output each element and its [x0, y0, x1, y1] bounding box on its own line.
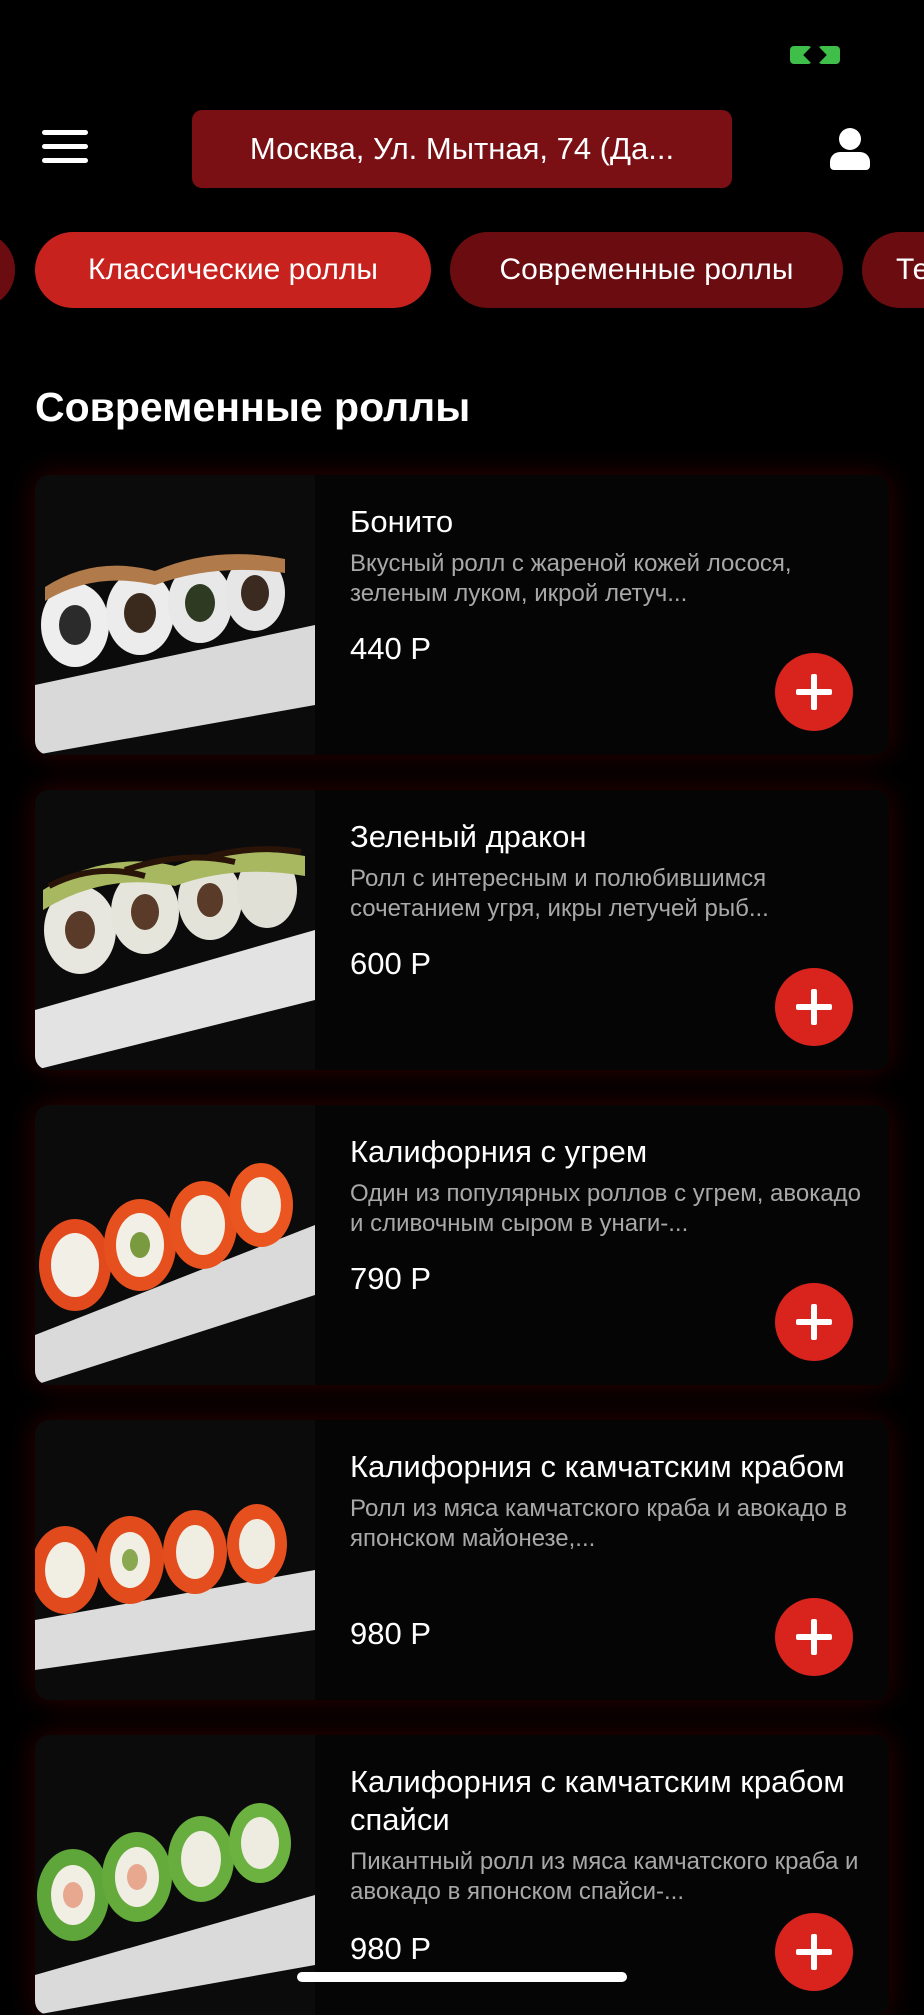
home-indicator[interactable] [297, 1972, 627, 1982]
product-price: 440 Р [350, 631, 432, 666]
top-bar: Москва, Ул. Мытная, 74 (Да... [0, 110, 924, 190]
hamburger-icon[interactable] [42, 130, 88, 166]
product-photo [35, 790, 315, 1070]
product-name: Бонито [350, 504, 454, 539]
product-price: 600 Р [350, 946, 432, 981]
product-name: Калифорния с угрем [350, 1134, 648, 1169]
product-price: 980 Р [350, 1616, 432, 1651]
product-card[interactable]: Калифорния с камчатским крабом Ролл из м… [35, 1420, 889, 1700]
category-tab-classic[interactable]: Классические роллы [35, 232, 431, 308]
product-photo [35, 475, 315, 755]
product-description: Вкусный ролл с жареной кожей лосося, зел… [350, 550, 792, 607]
category-tabs: Классические роллы Современные роллы Те [0, 232, 924, 310]
address-selector[interactable]: Москва, Ул. Мытная, 74 (Да... [192, 110, 732, 188]
product-description: Пикантный ролл из мяса камчатского краба… [350, 1848, 859, 1905]
user-icon[interactable] [830, 128, 870, 172]
product-description: Ролл из мяса камчатского краба и авокадо… [350, 1495, 848, 1552]
product-card[interactable]: Калифорния с угрем Один из популярных ро… [35, 1105, 889, 1385]
product-card[interactable]: Бонито Вкусный ролл с жареной кожей лосо… [35, 475, 889, 755]
product-name: Калифорния с камчатским крабом [350, 1449, 845, 1484]
category-tab-next[interactable]: Те [862, 232, 924, 308]
product-price: 980 Р [350, 1931, 432, 1966]
add-to-cart-button[interactable] [775, 653, 853, 731]
battery-status-icon [790, 44, 844, 66]
product-name: Калифорния с камчатским крабом спайси [350, 1764, 845, 1837]
product-price: 790 Р [350, 1261, 432, 1296]
add-to-cart-button[interactable] [775, 1913, 853, 1991]
product-photo [35, 1105, 315, 1385]
add-to-cart-button[interactable] [775, 1283, 853, 1361]
product-description: Один из популярных роллов с угрем, авока… [350, 1180, 861, 1237]
category-tab[interactable] [0, 232, 15, 308]
add-to-cart-button[interactable] [775, 1598, 853, 1676]
add-to-cart-button[interactable] [775, 968, 853, 1046]
product-name: Зеленый дракон [350, 819, 587, 854]
product-description: Ролл с интересным и полюбившимся сочетан… [350, 865, 769, 922]
product-photo [35, 1735, 315, 2015]
product-photo [35, 1420, 315, 1700]
category-tab-modern[interactable]: Современные роллы [450, 232, 843, 308]
section-title: Современные роллы [35, 384, 471, 430]
product-card[interactable]: Зеленый дракон Ролл с интересным и полюб… [35, 790, 889, 1070]
